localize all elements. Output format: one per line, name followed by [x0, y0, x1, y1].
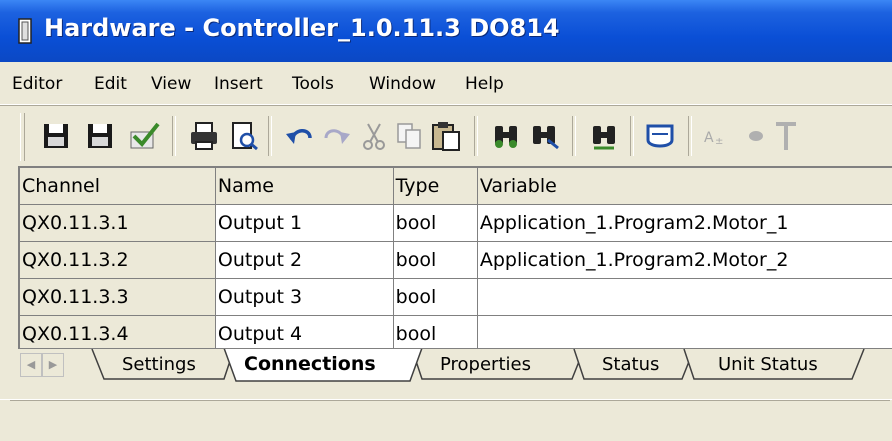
column-header-type[interactable]: Type	[393, 168, 477, 205]
hardware-module-icon	[18, 18, 32, 44]
tab-properties[interactable]: Properties	[440, 354, 531, 375]
toolbar-separator	[474, 116, 478, 156]
menu-editor[interactable]: Editor	[12, 74, 62, 94]
table-row: QX0.11.3.4 Output 4 bool	[20, 316, 892, 353]
variable-cell[interactable]	[477, 279, 892, 316]
table-row: QX0.11.3.1 Output 1 bool Application_1.P…	[20, 205, 892, 242]
menu-bar: Editor Edit View Insert Tools Window Hel…	[0, 62, 892, 105]
svg-text:±: ±	[715, 136, 723, 147]
column-header-variable[interactable]: Variable	[477, 168, 892, 205]
redo-icon[interactable]	[318, 118, 354, 154]
toolbar-grip[interactable]	[20, 113, 25, 161]
channel-cell[interactable]: QX0.11.3.4	[20, 316, 216, 353]
tab-status[interactable]: Status	[602, 354, 659, 375]
font-icon[interactable]: A ±	[700, 118, 736, 154]
name-cell[interactable]: Output 3	[215, 279, 393, 316]
menu-help[interactable]: Help	[465, 74, 504, 94]
find-icon[interactable]	[488, 118, 524, 154]
toolbar-separator	[688, 116, 692, 156]
svg-text:A: A	[704, 130, 714, 146]
find-next-icon[interactable]	[526, 118, 562, 154]
more-icon[interactable]	[772, 118, 808, 154]
window-title: Hardware - Controller_1.0.11.3 DO814	[44, 14, 560, 42]
print-preview-icon[interactable]	[226, 118, 262, 154]
tab-connections[interactable]: Connections	[244, 353, 376, 375]
type-cell[interactable]: bool	[393, 242, 477, 279]
title-bar: Hardware - Controller_1.0.11.3 DO814	[0, 0, 892, 62]
menu-edit[interactable]: Edit	[94, 74, 127, 94]
menu-insert[interactable]: Insert	[214, 74, 263, 94]
column-header-name[interactable]: Name	[215, 168, 393, 205]
variable-cell[interactable]: Application_1.Program2.Motor_2	[477, 242, 892, 279]
print-icon[interactable]	[186, 118, 222, 154]
variable-cell[interactable]: Application_1.Program2.Motor_1	[477, 205, 892, 242]
tab-settings[interactable]: Settings	[122, 354, 196, 375]
menu-window[interactable]: Window	[369, 74, 436, 94]
status-bar	[0, 399, 892, 441]
toolbar-separator	[630, 116, 634, 156]
name-cell[interactable]: Output 1	[215, 205, 393, 242]
check-icon[interactable]	[126, 118, 162, 154]
grid-header-row: Channel Name Type Variable	[20, 168, 892, 205]
save-all-icon[interactable]	[82, 118, 118, 154]
monitor-icon[interactable]	[642, 118, 678, 154]
copy-icon[interactable]	[392, 118, 428, 154]
connections-grid: Channel Name Type Variable QX0.11.3.1 Ou…	[18, 166, 892, 356]
status-pane	[10, 400, 890, 403]
paste-icon[interactable]	[428, 118, 464, 154]
channel-cell[interactable]: QX0.11.3.2	[20, 242, 216, 279]
name-cell[interactable]: Output 4	[215, 316, 393, 353]
column-header-channel[interactable]: Channel	[20, 168, 216, 205]
bullet-icon[interactable]	[738, 118, 774, 154]
save-icon[interactable]	[38, 118, 74, 154]
tab-unit-status[interactable]: Unit Status	[718, 354, 818, 375]
type-cell[interactable]: bool	[393, 205, 477, 242]
toolbar-separator	[572, 116, 576, 156]
menu-view[interactable]: View	[151, 74, 191, 94]
menu-tools[interactable]: Tools	[292, 74, 334, 94]
table-row: QX0.11.3.3 Output 3 bool	[20, 279, 892, 316]
name-cell[interactable]: Output 2	[215, 242, 393, 279]
toolbar-separator	[172, 116, 176, 156]
editor-tab-bar: ◀ ▶ Settings Connections Properties Stat…	[18, 348, 892, 383]
type-cell[interactable]: bool	[393, 279, 477, 316]
channel-cell[interactable]: QX0.11.3.3	[20, 279, 216, 316]
cut-icon[interactable]	[356, 118, 392, 154]
channel-cell[interactable]: QX0.11.3.1	[20, 205, 216, 242]
toolbar-separator	[268, 116, 272, 156]
type-cell[interactable]: bool	[393, 316, 477, 353]
undo-icon[interactable]	[282, 118, 318, 154]
replace-icon[interactable]	[586, 118, 622, 154]
table-row: QX0.11.3.2 Output 2 bool Application_1.P…	[20, 242, 892, 279]
toolbar: A ±	[0, 105, 892, 168]
variable-cell[interactable]	[477, 316, 892, 353]
